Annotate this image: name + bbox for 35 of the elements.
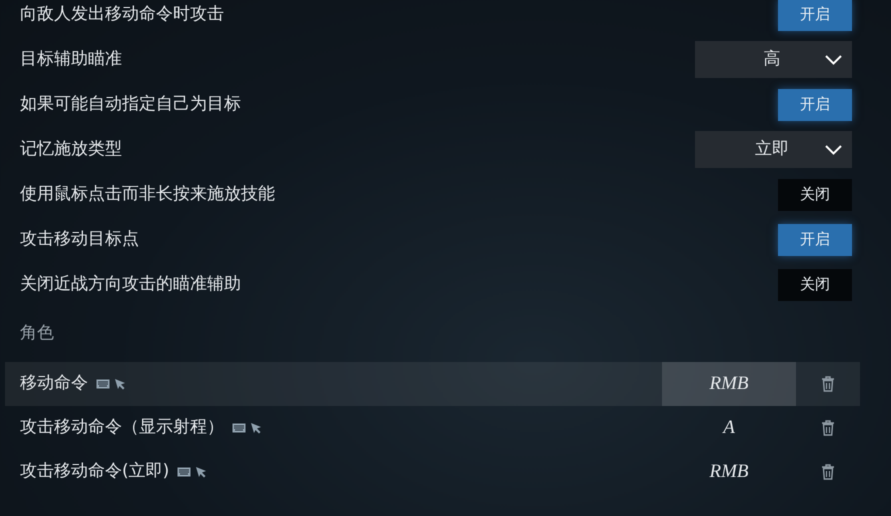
chevron-down-icon bbox=[825, 144, 842, 154]
key-binding[interactable]: A bbox=[662, 406, 796, 450]
setting-label: 记忆施放类型 bbox=[20, 138, 122, 161]
keybind-label: 攻击移动命令(立即) bbox=[20, 460, 170, 484]
trash-icon[interactable] bbox=[821, 420, 835, 436]
toggle-button[interactable]: 开启 bbox=[778, 224, 852, 256]
section-heading: 角色 bbox=[20, 323, 54, 343]
keyboard-icon bbox=[96, 379, 110, 389]
keyboard-icon bbox=[177, 467, 192, 477]
keyboard-icon bbox=[232, 423, 246, 433]
keybind-row[interactable]: 攻击移动命令(立即) RMB bbox=[5, 450, 860, 494]
toggle-button[interactable]: 关闭 bbox=[778, 178, 852, 210]
trash-icon[interactable] bbox=[821, 464, 835, 480]
key-binding[interactable]: RMB bbox=[662, 362, 796, 406]
chevron-down-icon bbox=[825, 54, 842, 64]
cursor-icon bbox=[195, 466, 208, 478]
keybind-row[interactable]: 攻击移动命令（显示射程） A bbox=[5, 406, 860, 450]
keybind-row[interactable]: 移动命令 RMB bbox=[5, 362, 860, 406]
setting-label: 如果可能自动指定自己为目标 bbox=[20, 92, 241, 116]
key-binding[interactable]: RMB bbox=[662, 450, 796, 494]
dropdown[interactable]: 立即 bbox=[695, 131, 852, 168]
setting-label: 使用鼠标点击而非长按来施放技能 bbox=[20, 182, 275, 206]
cursor-icon bbox=[114, 378, 126, 390]
setting-label: 目标辅助瞄准 bbox=[20, 48, 122, 71]
toggle-button[interactable]: 关闭 bbox=[778, 268, 852, 300]
setting-label: 攻击移动目标点 bbox=[20, 228, 139, 251]
dropdown[interactable]: 高 bbox=[695, 41, 852, 78]
keybind-label: 移动命令 bbox=[20, 372, 88, 396]
trash-icon[interactable] bbox=[821, 376, 835, 392]
keybind-label: 攻击移动命令（显示射程） bbox=[20, 416, 224, 440]
setting-label: 向敌人发出移动命令时攻击 bbox=[20, 2, 224, 26]
cursor-icon bbox=[250, 422, 262, 434]
toggle-button[interactable]: 开启 bbox=[778, 0, 852, 30]
toggle-button[interactable]: 开启 bbox=[778, 88, 852, 120]
setting-label: 关闭近战方向攻击的瞄准辅助 bbox=[20, 272, 241, 296]
